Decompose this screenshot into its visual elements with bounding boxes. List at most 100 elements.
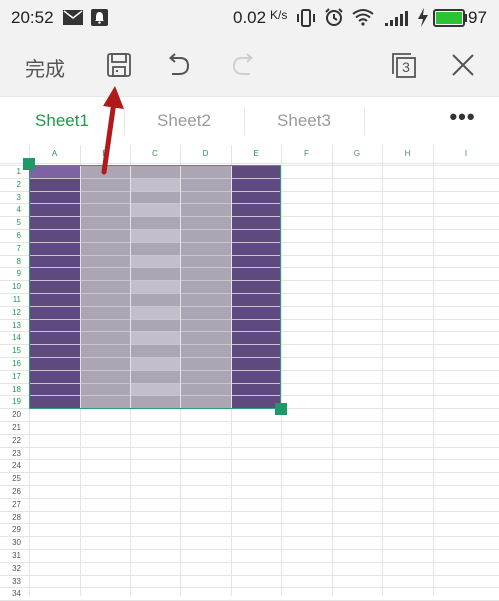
tab-divider: [364, 107, 365, 135]
undo-icon[interactable]: [168, 53, 192, 77]
save-icon[interactable]: [107, 53, 131, 77]
selection-handle-start[interactable]: [23, 158, 35, 170]
battery-icon: [433, 9, 467, 27]
row-header[interactable]: 2: [7, 180, 21, 189]
column-header-f[interactable]: F: [281, 149, 332, 158]
column-gridline: [281, 145, 282, 596]
column-header-a[interactable]: A: [29, 149, 80, 158]
spreadsheet-grid[interactable]: A B C D E F G H I 1 2 3 4 5 6 7 8 9 10 11 12 13 14 15 16 17 18 19 20…: [0, 145, 499, 601]
row-gridline: [0, 267, 29, 269]
row-header[interactable]: 21: [7, 423, 21, 432]
row-header[interactable]: 3: [7, 193, 21, 202]
row-header[interactable]: 12: [7, 308, 21, 317]
row-gridline: [0, 459, 499, 461]
row-header[interactable]: 24: [7, 461, 21, 470]
row-gridline: [0, 331, 29, 333]
row-header[interactable]: 8: [7, 257, 21, 266]
row-header[interactable]: 7: [7, 244, 21, 253]
close-icon[interactable]: [451, 53, 475, 77]
row-header[interactable]: 17: [7, 372, 21, 381]
row-header[interactable]: 10: [7, 282, 21, 291]
row-gridline: [0, 280, 29, 282]
network-speed: 0.02: [233, 8, 267, 27]
row-gridline: [0, 497, 499, 499]
row-gridline: [281, 344, 499, 346]
column-header-i[interactable]: I: [433, 149, 499, 158]
row-gridline: [281, 318, 499, 320]
row-header[interactable]: 1: [7, 167, 21, 176]
row-header[interactable]: 4: [7, 205, 21, 214]
more-tabs-button[interactable]: •••: [440, 97, 485, 145]
row-gridline: [281, 369, 499, 371]
row-gridline: [0, 203, 29, 205]
selection-border: [29, 165, 281, 410]
row-gridline: [0, 382, 29, 384]
signal-icon: [385, 11, 408, 26]
row-header[interactable]: 22: [7, 436, 21, 445]
row-header[interactable]: 20: [7, 410, 21, 419]
header-divider: [0, 163, 499, 164]
annotation-arrow: [101, 86, 124, 175]
row-header[interactable]: 25: [7, 474, 21, 483]
row-header[interactable]: 31: [7, 551, 21, 560]
selection-handle-end[interactable]: [275, 403, 287, 416]
row-gridline: [0, 190, 29, 192]
row-gridline: [281, 305, 499, 307]
row-gridline: [0, 408, 29, 410]
column-header-g[interactable]: G: [332, 149, 382, 158]
message-icon: [63, 10, 83, 25]
row-header[interactable]: 23: [7, 449, 21, 458]
row-header[interactable]: 28: [7, 513, 21, 522]
tab-sheet2[interactable]: Sheet2: [124, 97, 244, 145]
row-header[interactable]: 29: [7, 525, 21, 534]
row-gridline: [0, 587, 499, 589]
column-header-d[interactable]: D: [180, 149, 231, 158]
toolbar: 完成 3: [0, 36, 499, 97]
row-gridline: [0, 433, 499, 435]
row-gridline: [0, 536, 499, 538]
row-header[interactable]: 32: [7, 564, 21, 573]
column-header-h[interactable]: H: [382, 149, 433, 158]
row-gridline: [0, 369, 29, 371]
row-gridline: [0, 549, 499, 550]
row-header[interactable]: 13: [7, 321, 21, 330]
row-header[interactable]: 18: [7, 385, 21, 394]
tab-sheet3[interactable]: Sheet3: [244, 97, 364, 145]
row-header[interactable]: 14: [7, 333, 21, 342]
row-gridline: [281, 408, 499, 410]
row-header[interactable]: 19: [7, 397, 21, 406]
row-header[interactable]: 16: [7, 359, 21, 368]
battery-level: 97: [468, 8, 487, 27]
row-header[interactable]: 33: [7, 577, 21, 586]
row-header[interactable]: 6: [7, 231, 21, 240]
row-gridline: [0, 485, 499, 486]
redo-icon[interactable]: [230, 53, 254, 77]
row-gridline: [0, 229, 29, 230]
row-header[interactable]: 26: [7, 487, 21, 496]
row-gridline: [0, 446, 499, 448]
column-header-e[interactable]: E: [231, 149, 281, 158]
column-header-c[interactable]: C: [130, 149, 180, 158]
done-button[interactable]: 完成: [25, 53, 65, 82]
row-gridline: [281, 357, 499, 358]
row-gridline: [0, 574, 499, 576]
charging-icon: [418, 8, 428, 27]
row-header[interactable]: 34: [7, 589, 21, 598]
row-gridline: [281, 293, 499, 294]
row-header[interactable]: 30: [7, 538, 21, 547]
row-header[interactable]: 11: [7, 295, 21, 304]
wifi-icon: [352, 9, 374, 26]
row-gridline: [281, 177, 499, 179]
row-header[interactable]: 5: [7, 218, 21, 227]
row-gridline: [281, 382, 499, 384]
row-header[interactable]: 15: [7, 346, 21, 355]
sheets-icon[interactable]: 3: [389, 51, 417, 79]
row-gridline: [0, 523, 499, 525]
row-gridline: [0, 241, 29, 243]
column-gridline: [433, 145, 434, 596]
column-gridline: [332, 145, 333, 596]
row-header[interactable]: 9: [7, 269, 21, 278]
row-header[interactable]: 27: [7, 500, 21, 509]
row-gridline: [0, 318, 29, 320]
row-gridline: [0, 510, 499, 512]
